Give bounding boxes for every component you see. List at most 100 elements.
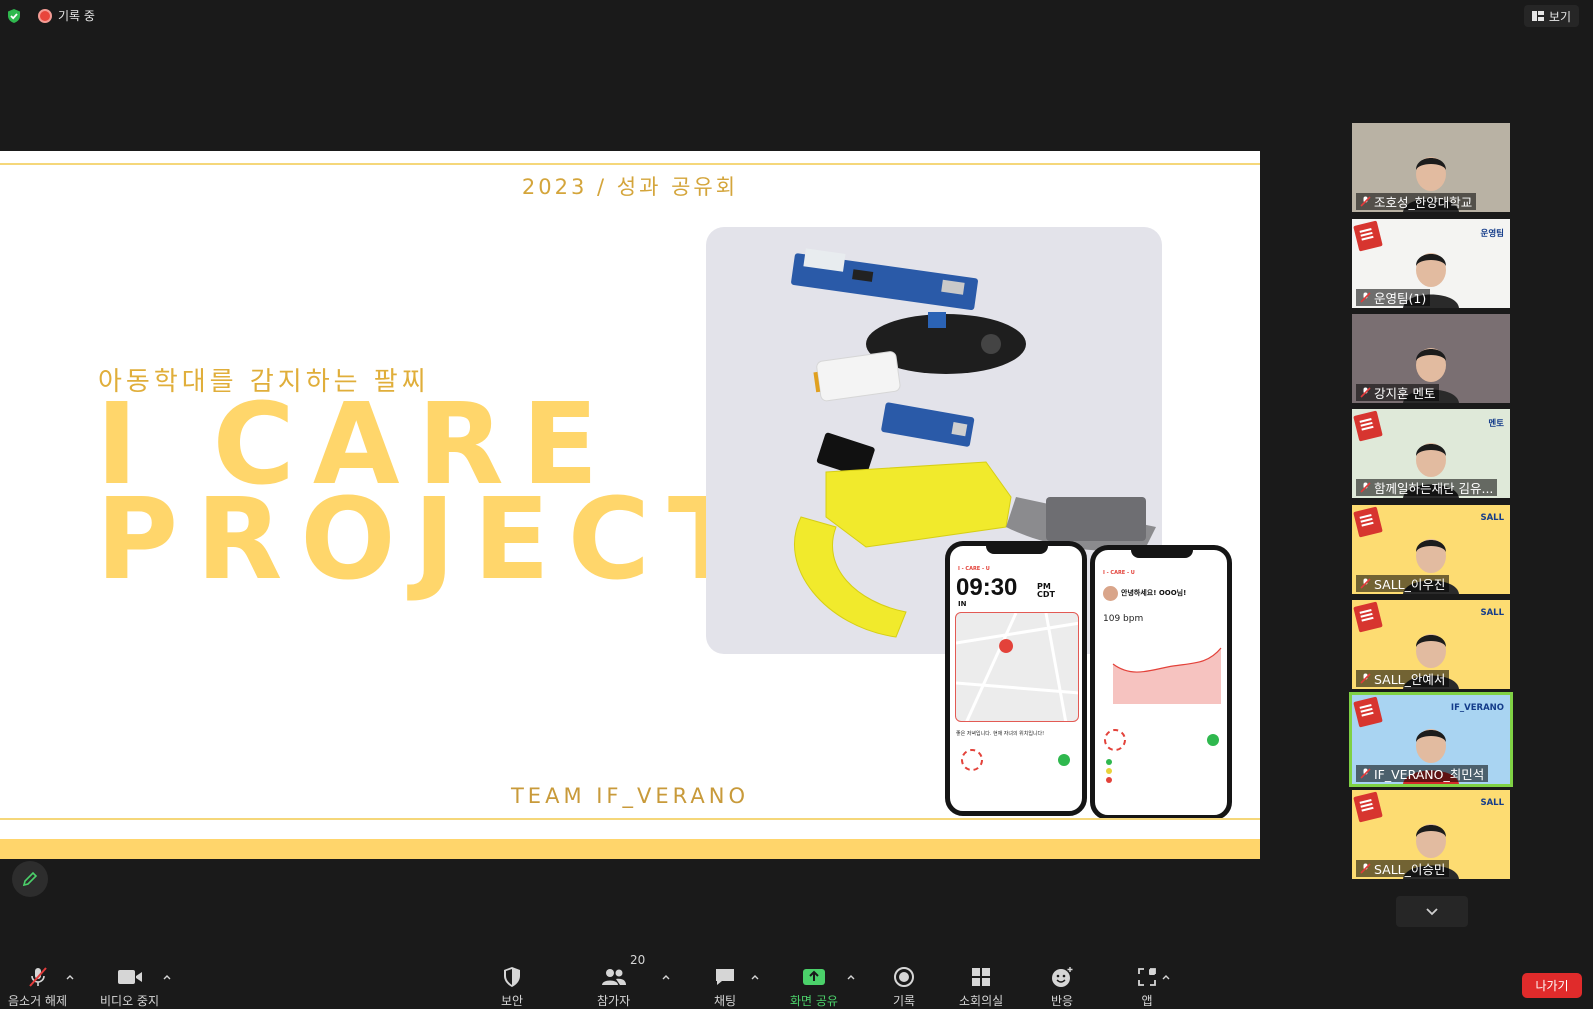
phone-in-label: IN <box>958 600 967 608</box>
participant-name-bar: 함께일하는재단 김유... <box>1356 479 1498 496</box>
participant-tile[interactable]: SALL SALL_이우진 <box>1352 505 1510 594</box>
breakout-rooms-label: 소회의실 <box>959 994 1004 1008</box>
phone-brand: I - CARE - U <box>958 566 990 572</box>
mic-muted-icon <box>28 967 47 987</box>
participants-icon <box>601 969 626 985</box>
recording-label: 기록 중 <box>58 9 95 23</box>
badge-sticker <box>1353 220 1383 252</box>
phone-bpm: 109 bpm <box>1103 614 1144 624</box>
participant-tile[interactable]: SALL SALL_안예서 <box>1352 600 1510 689</box>
video-options-caret-icon[interactable] <box>162 972 172 982</box>
record-button[interactable]: 기록 <box>891 966 917 1009</box>
phone-clock: 09:30 <box>956 574 1018 601</box>
participant-tile[interactable]: 멘토함께일하는재단 김유... <box>1352 409 1510 498</box>
participant-name: 조호성_한양대학교 <box>1374 195 1473 210</box>
gallery-scroll-down-button[interactable] <box>1396 896 1468 927</box>
apps-caret-icon[interactable] <box>1161 972 1171 982</box>
badge-sticker <box>1353 791 1383 823</box>
view-label: 보기 <box>1548 9 1571 24</box>
participant-name: SALL_이우진 <box>1374 577 1446 592</box>
slide-bottom-band <box>0 839 1260 859</box>
chat-button[interactable]: 채팅 <box>712 966 738 1009</box>
slide-title-line2: PROJECT <box>96 475 763 605</box>
apps-button[interactable]: 앱 <box>1134 966 1160 1009</box>
badge-sticker <box>1353 410 1383 442</box>
participant-name-bar: 운영팀(1) <box>1356 289 1431 306</box>
participant-tag: IF_VERANO <box>1450 703 1504 713</box>
unmute-label: 음소거 해제 <box>8 994 68 1008</box>
pencil-icon <box>22 871 38 887</box>
team-name: TEAM IF_VERANO <box>510 784 749 808</box>
mic-muted-icon <box>1360 292 1371 303</box>
participant-tag: 멘토 <box>1488 419 1504 429</box>
participant-tile[interactable]: 조호성_한양대학교 <box>1352 123 1510 212</box>
phone-timezone: CDT <box>1037 590 1055 599</box>
video-camera-icon <box>117 970 142 984</box>
participant-name-bar: IF_VERANO_최민석 <box>1356 765 1489 782</box>
chevron-down-icon <box>1426 907 1438 915</box>
participants-button[interactable]: 참가자 <box>597 966 630 1009</box>
participants-caret-icon[interactable] <box>661 972 671 982</box>
share-screen-label: 화면 공유 <box>790 994 838 1008</box>
badge-sticker <box>1353 601 1383 633</box>
phone-greeting: 안녕하세요! OOO님! <box>1121 589 1187 597</box>
badge-sticker <box>1353 696 1383 728</box>
participant-tile[interactable]: IF_VERANO IF_VERANO_최민석 <box>1349 692 1513 787</box>
reactions-label: 반응 <box>1050 994 1074 1008</box>
participant-name: SALL_안예서 <box>1374 672 1446 687</box>
heart-rate-chart <box>1112 647 1222 704</box>
phone-avatar <box>1103 586 1118 601</box>
breakout-rooms-button[interactable]: 소회의실 <box>959 966 1003 1009</box>
stop-video-label: 비디오 중지 <box>100 994 160 1008</box>
participant-tag: 운영팀 <box>1480 229 1504 239</box>
view-button[interactable]: 보기 <box>1523 5 1579 27</box>
unmute-button[interactable]: 음소거 해제 <box>8 966 67 1009</box>
phone-brand: I - CARE - U <box>1103 570 1135 576</box>
participant-tile[interactable]: SALL SALL_이승민 <box>1352 790 1510 879</box>
participant-name: IF_VERANO_최민석 <box>1374 767 1485 782</box>
participants-count: 20 <box>630 953 646 967</box>
mic-muted-icon <box>1360 387 1371 398</box>
mic-muted-icon <box>1360 673 1371 684</box>
phone-map <box>955 612 1079 722</box>
mic-muted-icon <box>1360 863 1371 874</box>
participant-name-bar: SALL_이승민 <box>1356 860 1450 877</box>
chat-caret-icon[interactable] <box>750 972 760 982</box>
slide-top-rule <box>0 163 1260 165</box>
reactions-button[interactable]: 반응 <box>1049 966 1075 1009</box>
slide-bottom-rule <box>0 818 1260 820</box>
participant-tag: SALL <box>1480 608 1504 618</box>
security-button[interactable]: 보안 <box>499 966 525 1009</box>
recording-indicator[interactable]: 기록 중 <box>38 7 95 24</box>
badge-sticker <box>1353 506 1383 538</box>
share-screen-button[interactable]: 화면 공유 <box>790 966 838 1009</box>
mic-muted-icon <box>1360 482 1371 493</box>
stop-video-button[interactable]: 비디오 중지 <box>100 966 159 1009</box>
recording-icon <box>38 8 52 23</box>
audio-options-caret-icon[interactable] <box>65 972 75 982</box>
leave-button[interactable]: 나가기 <box>1522 973 1582 998</box>
shared-screen-slide[interactable]: 2023 / 성과 공유회 아동학대를 감지하는 팔찌 I CARE PROJE… <box>0 151 1260 859</box>
breakout-rooms-icon <box>972 968 991 986</box>
shield-icon <box>504 967 520 987</box>
zoom-meeting-window: { "top_bar": { "recording_label": "기록 중"… <box>0 0 1593 1009</box>
security-shield-icon[interactable] <box>6 8 22 24</box>
security-label: 보안 <box>500 994 524 1008</box>
phone-mockup-heartrate: I - CARE - U 안녕하세요! OOO님! 109 bpm <box>1090 545 1232 820</box>
participant-tile[interactable]: 운영팀운영팀(1) <box>1352 219 1510 308</box>
mic-muted-icon <box>1360 578 1371 589</box>
participant-tile[interactable]: 강지훈 멘토 <box>1352 314 1510 403</box>
participant-tag: SALL <box>1480 798 1504 808</box>
share-caret-icon[interactable] <box>846 972 856 982</box>
mic-muted-icon <box>1360 768 1371 779</box>
apps-icon <box>1138 968 1156 986</box>
status-ring-icon <box>961 749 1070 771</box>
participant-name-bar: 강지훈 멘토 <box>1356 384 1440 401</box>
participant-name: 운영팀(1) <box>1374 291 1427 306</box>
slide-header: 2023 / 성과 공유회 <box>521 175 739 199</box>
apps-label: 앱 <box>1141 994 1153 1008</box>
participant-name-bar: 조호성_한양대학교 <box>1356 193 1477 210</box>
annotate-button[interactable] <box>12 861 48 897</box>
smiley-icon <box>1052 967 1073 987</box>
map-pin-icon <box>999 639 1014 653</box>
